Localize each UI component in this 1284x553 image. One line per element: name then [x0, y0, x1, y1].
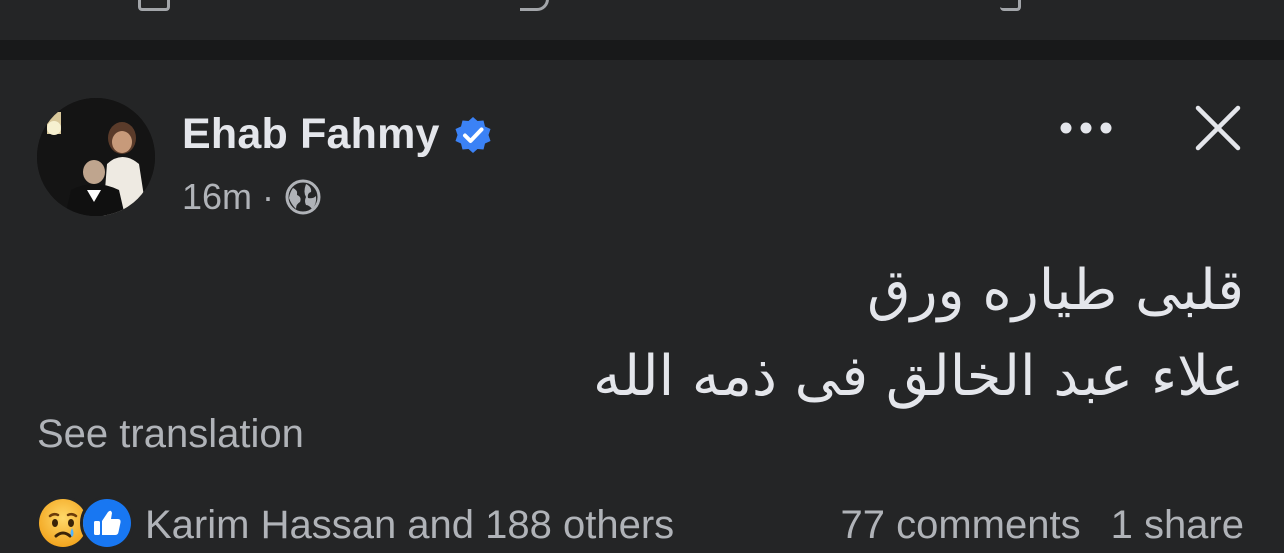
verified-badge-icon	[454, 116, 492, 154]
engagement-counts: 77 comments 1 share	[840, 503, 1244, 548]
close-button[interactable]	[1192, 102, 1244, 154]
partial-icon[interactable]	[138, 0, 170, 11]
comments-count[interactable]: 77 comments	[840, 503, 1080, 548]
globe-icon[interactable]	[284, 178, 322, 216]
reaction-icons[interactable]	[36, 496, 134, 550]
post-message: قلبى طياره ورق علاء عبد الخالق فى ذمه ال…	[244, 248, 1244, 420]
message-line: علاء عبد الخالق فى ذمه الله	[592, 344, 1244, 409]
more-dots-icon	[1060, 122, 1112, 134]
post-card: Ehab Fahmy 16m · قلبى طياره ورق علاء عبد…	[0, 60, 1284, 553]
shares-count[interactable]: 1 share	[1111, 503, 1244, 548]
post-meta: 16m ·	[182, 176, 322, 218]
author-name[interactable]: Ehab Fahmy	[182, 110, 492, 159]
message-line: قلبى طياره ورق	[867, 258, 1244, 323]
more-options-button[interactable]	[1058, 110, 1114, 146]
see-translation-link[interactable]: See translation	[37, 412, 304, 457]
partial-icon[interactable]	[520, 0, 549, 11]
reaction-names[interactable]: Karim Hassan and 188 others	[145, 503, 674, 548]
timestamp[interactable]: 16m	[182, 176, 252, 218]
top-action-bar	[0, 0, 1284, 40]
partial-icon[interactable]	[1000, 0, 1021, 11]
post-footer: Karim Hassan and 188 others 77 comments …	[0, 496, 1284, 553]
close-icon	[1195, 105, 1241, 151]
author-name-text[interactable]: Ehab Fahmy	[182, 110, 440, 159]
avatar[interactable]	[37, 98, 155, 216]
separator: ·	[262, 176, 275, 217]
feed-divider	[0, 40, 1284, 60]
like-reaction-icon	[80, 496, 134, 550]
